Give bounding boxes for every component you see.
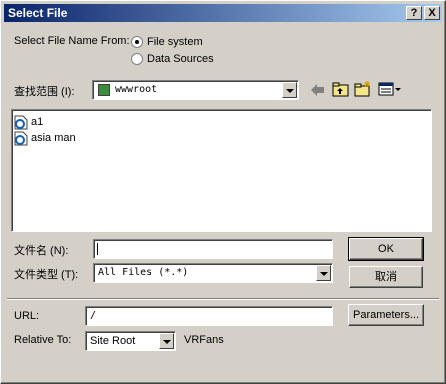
lookin-value: wwwroot (115, 84, 158, 95)
source-label: Select File Name From: (14, 35, 130, 47)
filetype-label: 文件类型 (T): (14, 269, 79, 281)
url-value: / (90, 310, 97, 321)
lookin-dropdown[interactable]: wwwroot (92, 80, 299, 100)
back-arrow-icon[interactable] (310, 83, 326, 97)
relative-label: Relative To: (14, 334, 72, 346)
window-title: Select File (8, 6, 68, 20)
view-menu-icon[interactable] (378, 82, 402, 96)
url-label: URL: (14, 310, 40, 322)
help-button[interactable]: ? (406, 6, 422, 20)
text-cursor (97, 243, 98, 255)
separator (7, 298, 439, 300)
filetype-dropdown[interactable]: All Files (*.*) (93, 263, 333, 283)
file-name: a1 (31, 116, 44, 128)
new-folder-icon[interactable] (354, 80, 372, 97)
chevron-down-icon[interactable] (282, 82, 297, 98)
cancel-button[interactable]: 取消 (349, 266, 423, 288)
radio-file-system[interactable] (131, 36, 143, 48)
up-folder-icon[interactable] (332, 81, 350, 97)
filename-label: 文件名 (N): (14, 245, 69, 257)
filename-input[interactable] (93, 239, 333, 259)
html-file-icon (14, 131, 28, 146)
list-item[interactable]: a1 (14, 115, 214, 131)
radio-data-sources[interactable] (131, 53, 143, 65)
chevron-down-icon[interactable] (159, 333, 174, 349)
parameters-button[interactable]: Parameters... (348, 304, 424, 326)
chevron-down-icon[interactable] (316, 265, 331, 281)
title-bar: Select File ? X (4, 4, 442, 22)
select-file-dialog: Select File ? X Select File Name From: F… (0, 0, 446, 384)
relative-dropdown[interactable]: Site Root (85, 331, 176, 351)
close-button[interactable]: X (424, 6, 440, 20)
file-list[interactable]: a1 asia man (11, 109, 432, 232)
url-input[interactable]: / (85, 306, 333, 326)
lookin-label: 查找范围 (I): (14, 86, 75, 98)
ok-button[interactable]: OK (348, 237, 424, 261)
radio-data-sources-label[interactable]: Data Sources (147, 53, 214, 65)
list-item[interactable]: asia man (14, 131, 214, 147)
site-name: VRFans (184, 334, 224, 346)
html-file-icon (14, 115, 28, 130)
folder-globe-icon (98, 84, 110, 96)
relative-value: Site Root (90, 335, 136, 347)
filetype-value: All Files (*.*) (98, 267, 189, 278)
radio-file-system-label[interactable]: File system (147, 36, 203, 48)
file-name: asia man (31, 132, 76, 144)
